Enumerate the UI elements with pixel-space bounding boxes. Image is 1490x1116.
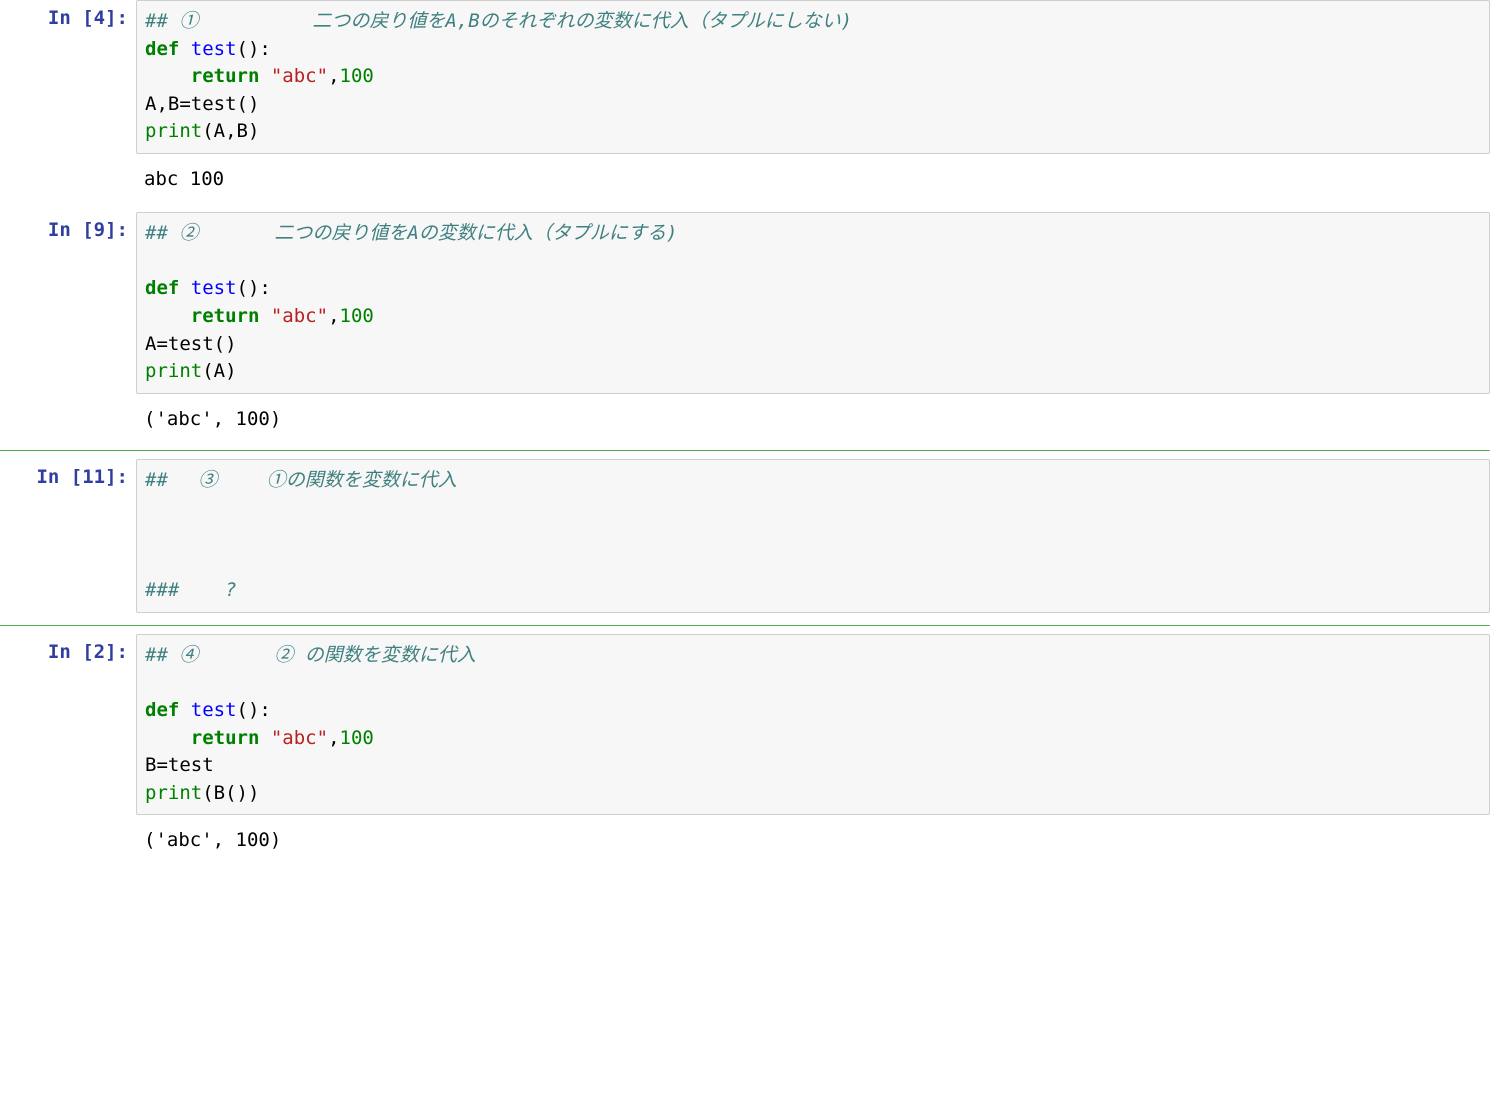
output-prompt (0, 160, 136, 199)
code-cell: In [9]: ## ② 二つの戻り値をAの変数に代入（タプルにする) def t… (0, 212, 1490, 393)
output-text: ('abc', 100) (136, 400, 1490, 439)
prompt-label: In [9]: (48, 219, 128, 241)
code-input-area[interactable]: ## ① 二つの戻り値をA,Bのそれぞれの変数に代入（タプルにしない) def … (136, 0, 1490, 154)
output-prompt (0, 400, 136, 439)
code-text[interactable]: ## ① 二つの戻り値をA,Bのそれぞれの変数に代入（タプルにしない) def … (145, 8, 1481, 146)
prompt-label: In [11]: (36, 466, 128, 488)
input-prompt: In [2]: (0, 634, 136, 815)
code-input-area[interactable]: ## ② 二つの戻り値をAの変数に代入（タプルにする) def test(): … (136, 212, 1490, 393)
code-input-area[interactable]: ## ④ ② の関数を変数に代入 def test(): return "abc… (136, 634, 1490, 815)
code-cell: In [11]: ## ③ ①の関数を変数に代入 ### ? (0, 459, 1490, 613)
cell-separator (0, 450, 1490, 451)
output-cell: ('abc', 100) (0, 821, 1490, 860)
code-cell: In [2]: ## ④ ② の関数を変数に代入 def test(): retu… (0, 634, 1490, 815)
output-prompt (0, 821, 136, 860)
prompt-label: In [2]: (48, 641, 128, 663)
code-text[interactable]: ## ② 二つの戻り値をAの変数に代入（タプルにする) def test(): … (145, 220, 1481, 385)
code-text[interactable]: ## ④ ② の関数を変数に代入 def test(): return "abc… (145, 642, 1481, 807)
output-cell: abc 100 (0, 160, 1490, 199)
cell-separator (0, 625, 1490, 626)
output-cell: ('abc', 100) (0, 400, 1490, 439)
output-text: ('abc', 100) (136, 821, 1490, 860)
input-prompt: In [4]: (0, 0, 136, 154)
code-cell: In [4]: ## ① 二つの戻り値をA,Bのそれぞれの変数に代入（タプルにしな… (0, 0, 1490, 154)
code-text[interactable]: ## ③ ①の関数を変数に代入 ### ? (145, 467, 1481, 605)
prompt-label: In [4]: (48, 7, 128, 29)
output-text: abc 100 (136, 160, 1490, 199)
code-input-area[interactable]: ## ③ ①の関数を変数に代入 ### ? (136, 459, 1490, 613)
input-prompt: In [11]: (0, 459, 136, 613)
input-prompt: In [9]: (0, 212, 136, 393)
